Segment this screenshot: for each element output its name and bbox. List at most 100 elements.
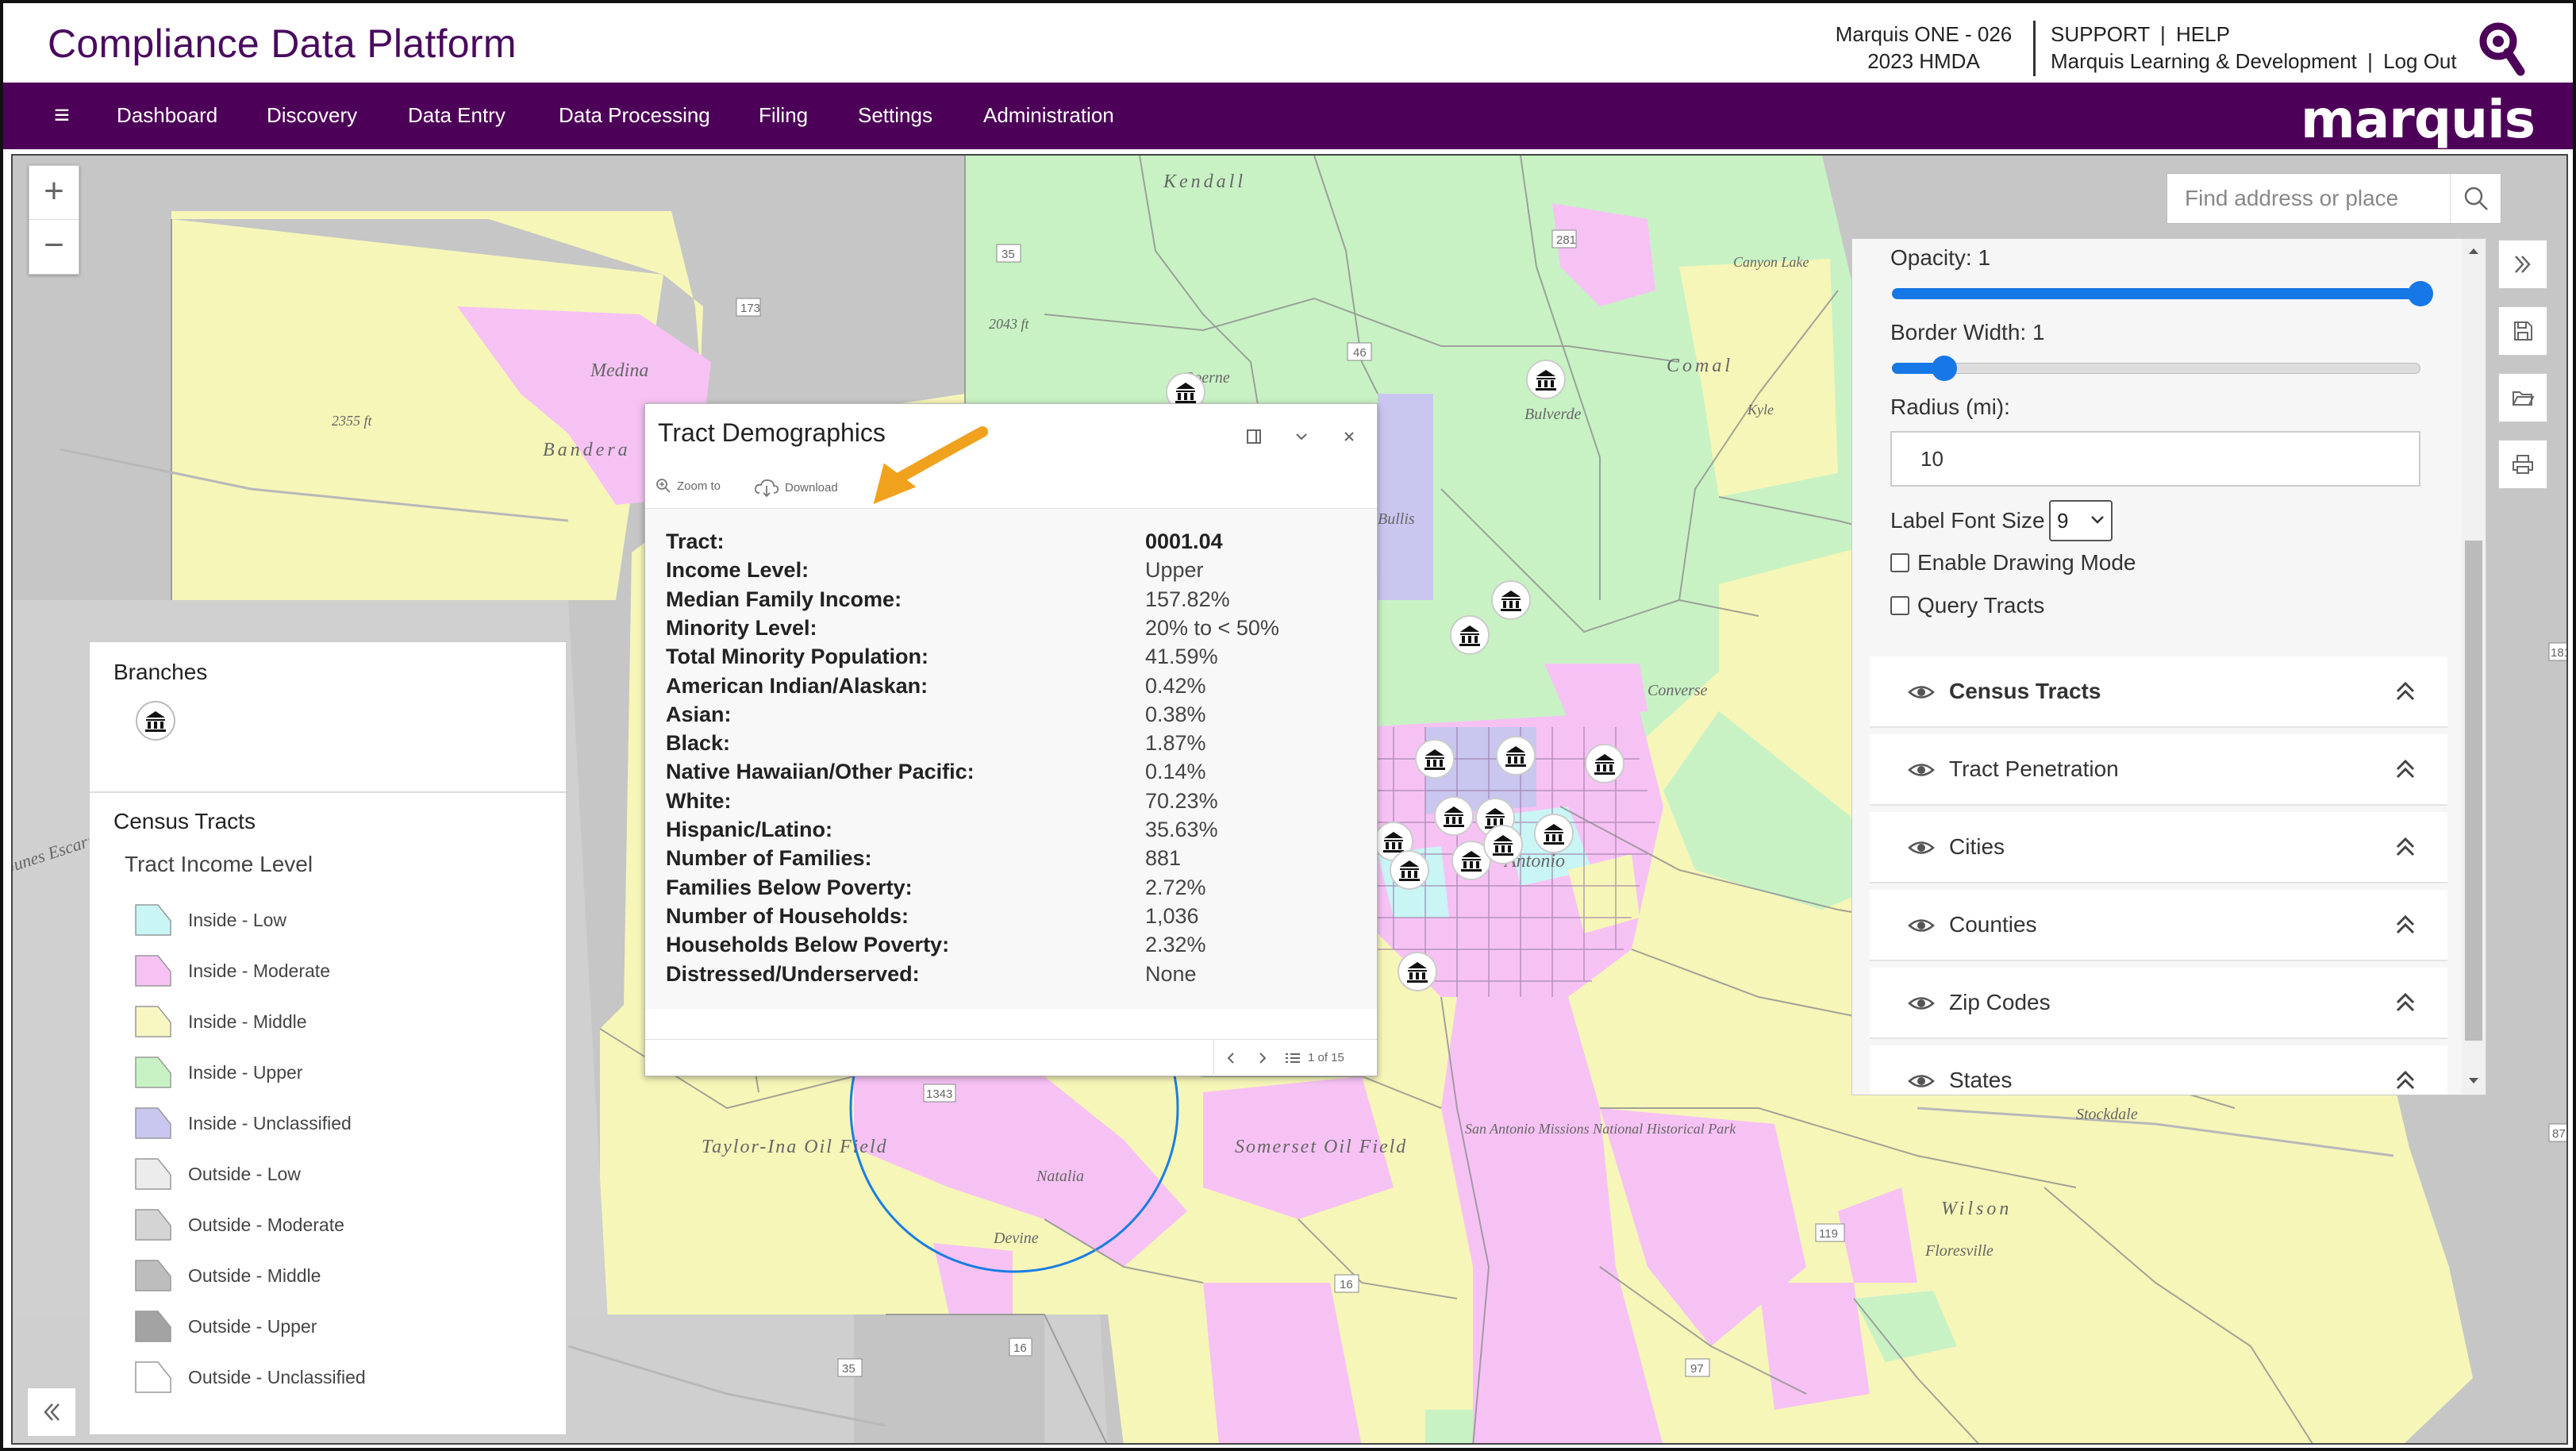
zoom-in-button[interactable]: + <box>29 166 79 220</box>
pager-count: 1 of 15 <box>1308 1051 1344 1064</box>
layer-item-counties[interactable]: Counties <box>1870 890 2447 961</box>
road-shield: 181 <box>2548 642 2566 661</box>
legend-label: Outside - Moderate <box>188 1214 344 1235</box>
layer-item-states[interactable]: States <box>1870 1045 2447 1095</box>
font-size-select[interactable]: 9 <box>2049 500 2113 541</box>
eye-icon[interactable] <box>1908 1069 1935 1093</box>
place-label: Converse <box>1647 682 1708 699</box>
account-info[interactable]: Marquis ONE - 026 2023 HMDA <box>1832 21 2015 75</box>
zoom-to-action[interactable]: Zoom to <box>655 477 721 495</box>
field-value: 41.59% <box>1145 645 1218 668</box>
dock-button[interactable] <box>1242 425 1266 448</box>
eye-icon[interactable] <box>1908 836 1935 860</box>
address-search-button[interactable] <box>2450 174 2501 223</box>
border-width-slider-handle[interactable] <box>1932 356 1957 381</box>
font-size-label: Label Font Size <box>1890 508 2045 533</box>
logout-link[interactable]: Log Out <box>2383 49 2457 73</box>
double-chevron-up-icon[interactable] <box>2393 990 2417 1015</box>
eye-icon[interactable] <box>1908 991 1935 1015</box>
eye-icon[interactable] <box>1908 758 1935 782</box>
scroll-down-icon[interactable] <box>2468 1077 2479 1085</box>
branch-marker-icon[interactable] <box>1526 360 1566 399</box>
legend-divider <box>90 791 566 793</box>
help-link[interactable]: HELP <box>2176 22 2230 46</box>
field-value: 157.82% <box>1145 587 1230 611</box>
nav-data-processing[interactable]: Data Processing <box>559 103 710 128</box>
panel-scrollbar[interactable] <box>2462 239 2486 1095</box>
place-label: Bulverde <box>1524 406 1582 423</box>
drawing-mode-checkbox[interactable] <box>1890 553 1909 572</box>
nav-dashboard[interactable]: Dashboard <box>117 103 217 128</box>
nav-settings[interactable]: Settings <box>858 103 932 128</box>
legend-label: Outside - Middle <box>188 1264 321 1286</box>
drawing-mode-option[interactable]: Enable Drawing Mode <box>1890 550 2136 575</box>
app-header: Compliance Data Platform Marquis ONE - 0… <box>0 0 2576 83</box>
place-label: Comal <box>1667 356 1733 376</box>
legend-label: Outside - Upper <box>188 1315 317 1337</box>
branch-marker-icon[interactable] <box>1483 825 1523 864</box>
close-popup-button[interactable] <box>1337 425 1361 448</box>
opacity-slider[interactable] <box>1892 288 2420 299</box>
search-icon[interactable] <box>2478 19 2525 76</box>
border-width-slider[interactable] <box>1892 363 2420 374</box>
double-chevron-up-icon[interactable] <box>2393 834 2417 860</box>
support-link[interactable]: SUPPORT <box>2051 22 2150 46</box>
nav-filing[interactable]: Filing <box>759 103 808 128</box>
branch-marker-icon[interactable] <box>1398 952 1437 991</box>
branch-marker-icon[interactable] <box>1585 744 1624 783</box>
branch-marker-icon[interactable] <box>1496 736 1536 776</box>
legend-item: Inside - Moderate <box>134 951 330 991</box>
place-label: Devine <box>993 1230 1039 1247</box>
field-label: Number of Families: <box>666 846 872 870</box>
query-tracts-checkbox[interactable] <box>1890 596 1909 615</box>
panel-scroll-thumb[interactable] <box>2465 541 2482 1041</box>
branch-marker-icon[interactable] <box>1434 796 1474 836</box>
zoom-out-button[interactable]: − <box>29 220 79 274</box>
layer-item-census-tracts[interactable]: Census Tracts <box>1870 656 2447 728</box>
branch-marker-icon[interactable] <box>1390 850 1429 890</box>
branch-marker-icon[interactable] <box>1415 739 1455 779</box>
next-feature-icon[interactable] <box>1257 1051 1268 1065</box>
layer-settings-panel: Opacity: 1 Border Width: 1 Radius (mi): … <box>1851 238 2486 1095</box>
previous-feature-icon[interactable] <box>1225 1051 1236 1065</box>
eye-icon[interactable] <box>1908 680 1935 704</box>
opacity-slider-handle[interactable] <box>2408 281 2433 306</box>
nav-discovery[interactable]: Discovery <box>267 103 357 128</box>
legend-label: Inside - Middle <box>188 1010 307 1032</box>
radius-input[interactable]: 10 <box>1890 431 2420 487</box>
eye-icon[interactable] <box>1908 914 1935 937</box>
double-chevron-up-icon[interactable] <box>2393 756 2417 782</box>
double-chevron-up-icon[interactable] <box>2393 912 2417 937</box>
place-label: Natalia <box>1036 1168 1084 1185</box>
branch-marker-icon[interactable] <box>1450 615 1490 655</box>
expand-panel-button[interactable] <box>2498 240 2547 289</box>
layer-item-zip-codes[interactable]: Zip Codes <box>1870 968 2447 1039</box>
place-label: Floresville <box>1924 1242 1994 1260</box>
legend-label: Inside - Unclassified <box>188 1112 352 1133</box>
download-action[interactable]: Download <box>753 477 838 498</box>
callout-arrow-icon <box>873 426 988 505</box>
field-value: 0001.04 <box>1145 529 1223 553</box>
branch-marker-icon[interactable] <box>1534 814 1574 853</box>
nav-data-entry[interactable]: Data Entry <box>408 103 506 128</box>
print-button[interactable] <box>2498 440 2547 489</box>
address-search-input[interactable] <box>2167 174 2450 223</box>
collapse-popup-button[interactable] <box>1290 425 1313 448</box>
layer-name: Zip Codes <box>1949 990 2051 1014</box>
layer-item-cities[interactable]: Cities <box>1870 812 2447 883</box>
double-chevron-up-icon[interactable] <box>2393 1068 2417 1093</box>
open-button[interactable] <box>2498 373 2547 422</box>
query-tracts-option[interactable]: Query Tracts <box>1890 593 2044 618</box>
collapse-legend-button[interactable] <box>27 1387 76 1437</box>
layer-item-tract-penetration[interactable]: Tract Penetration <box>1870 734 2447 806</box>
double-chevron-up-icon[interactable] <box>2393 679 2417 704</box>
scroll-up-icon[interactable] <box>2468 247 2479 255</box>
nav-administration[interactable]: Administration <box>983 103 1114 128</box>
branch-marker-icon[interactable] <box>1491 580 1531 620</box>
legend-swatch <box>135 1361 171 1393</box>
feature-list-icon[interactable] <box>1284 1051 1301 1065</box>
save-button[interactable] <box>2498 306 2547 356</box>
hamburger-menu-icon[interactable]: ≡ <box>48 102 76 129</box>
popup-body: Tract: 0001.04 Income Level: Upper Median Fa… <box>645 509 1377 1009</box>
svg-text:173: 173 <box>740 302 760 315</box>
